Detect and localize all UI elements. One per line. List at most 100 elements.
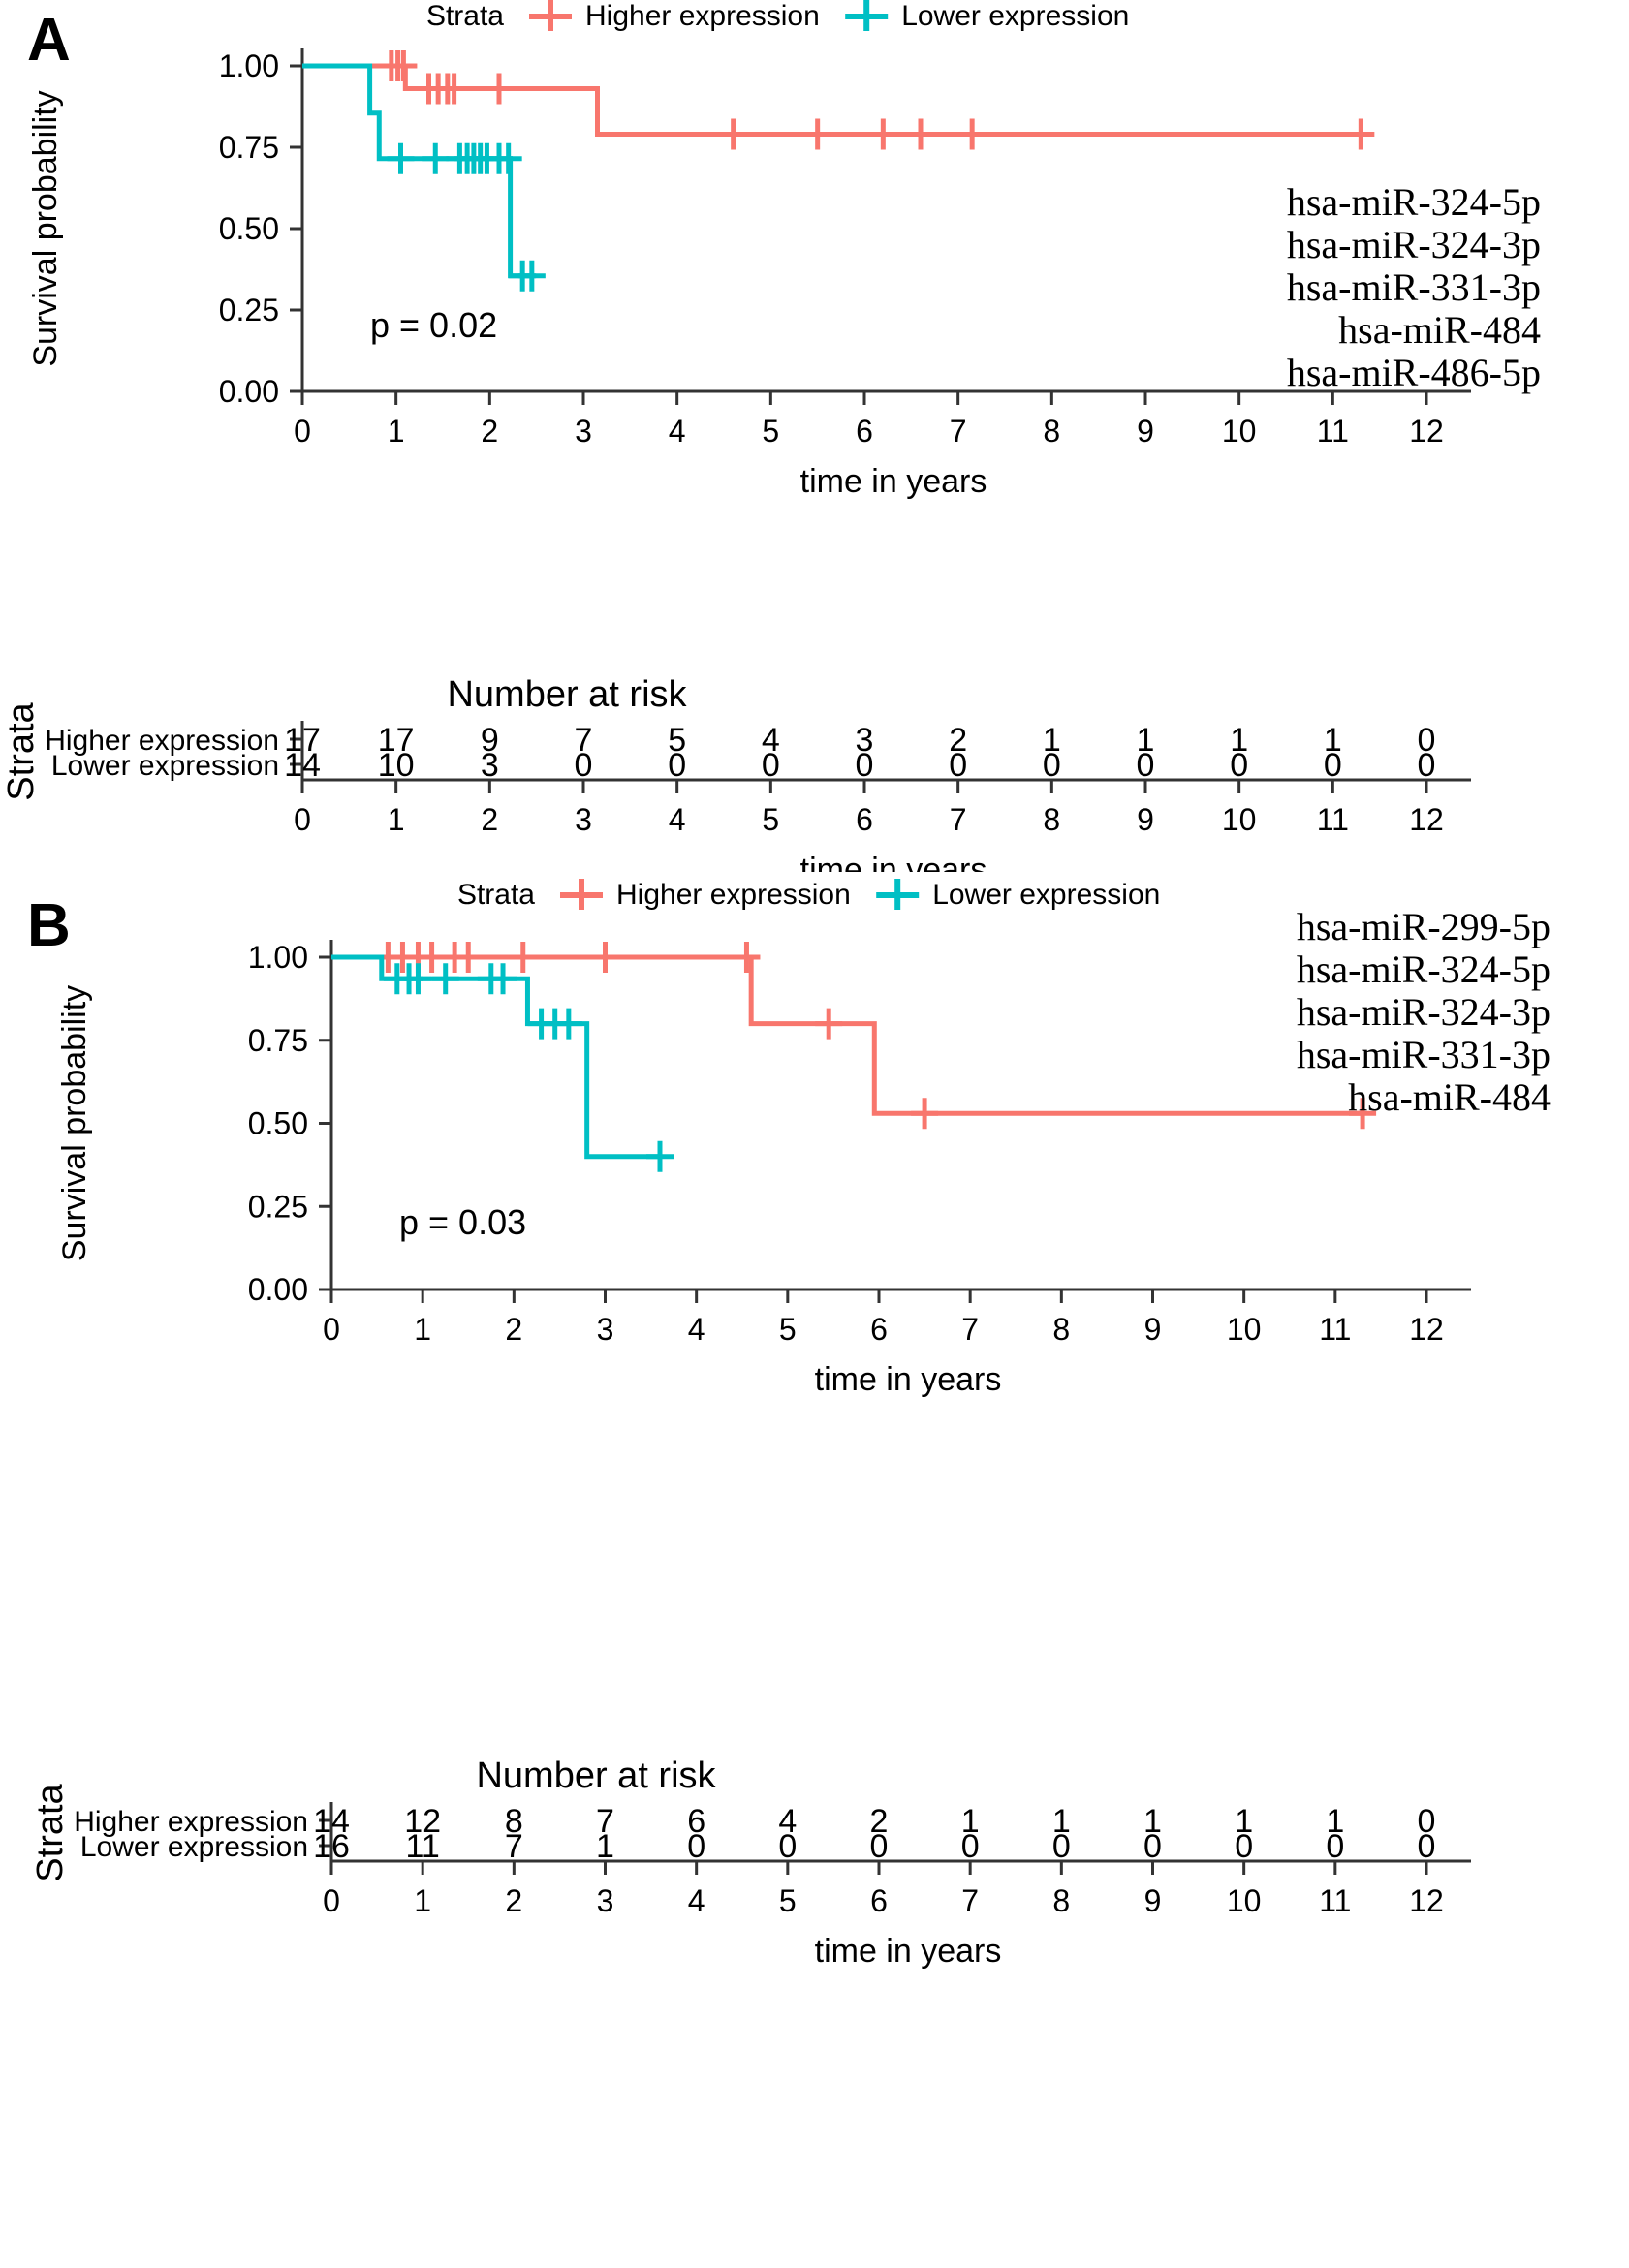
censor-mark xyxy=(387,142,415,174)
y-tick-label: 0.75 xyxy=(248,1023,308,1058)
x-axis-title: time in years xyxy=(815,1361,1002,1398)
risk-x-tick-label: 7 xyxy=(950,802,967,837)
risk-x-tick-label: 5 xyxy=(779,1883,797,1918)
censor-mark xyxy=(1347,118,1375,150)
risk-x-tick-label: 10 xyxy=(1227,1883,1262,1918)
x-tick-label: 9 xyxy=(1137,414,1154,449)
risk-cell: 0 xyxy=(1418,747,1436,784)
x-tick-label: 4 xyxy=(688,1312,705,1347)
risk-x-tick-label: 11 xyxy=(1319,1883,1351,1918)
risk-cell: 0 xyxy=(949,747,967,784)
mirna-label: hsa-miR-324-3p xyxy=(1287,223,1541,266)
risk-cell: 0 xyxy=(1043,747,1061,784)
risk-cell: 14 xyxy=(284,747,321,784)
risk-x-tick-label: 12 xyxy=(1409,802,1444,837)
x-tick-label: 4 xyxy=(669,414,686,449)
risk-cell: 0 xyxy=(1230,747,1248,784)
risk-row-label-lower: Lower expression xyxy=(80,1831,308,1863)
risk-cell: 0 xyxy=(668,747,686,784)
x-tick-label: 5 xyxy=(762,414,779,449)
x-tick-label: 8 xyxy=(1052,1312,1070,1347)
risk-x-tick-label: 8 xyxy=(1052,1883,1070,1918)
y-tick-label: 0.50 xyxy=(219,211,279,246)
censor-mark xyxy=(907,118,934,150)
mirna-label: hsa-miR-324-5p xyxy=(1287,180,1541,224)
censor-mark xyxy=(869,118,897,150)
risk-x-axis-title: time in years xyxy=(815,1933,1002,1970)
x-tick-label: 8 xyxy=(1043,414,1060,449)
risk-table-title: Number at risk xyxy=(447,674,687,715)
x-tick-label: 10 xyxy=(1227,1312,1262,1347)
risk-cell: 0 xyxy=(575,747,593,784)
x-tick-label: 2 xyxy=(481,414,498,449)
risk-cell: 3 xyxy=(481,747,499,784)
risk-cell: 0 xyxy=(687,1828,705,1865)
x-tick-label: 0 xyxy=(323,1312,340,1347)
censor-mark xyxy=(733,942,761,973)
survival-curve-higher xyxy=(302,63,1362,138)
x-tick-label: 5 xyxy=(779,1312,797,1347)
risk-cell: 0 xyxy=(1418,1828,1436,1865)
censor-mark xyxy=(646,1140,674,1172)
censor-mark xyxy=(422,142,450,174)
risk-row-label-lower: Lower expression xyxy=(51,750,279,782)
risk-cell: 0 xyxy=(856,747,874,784)
risk-x-tick-label: 3 xyxy=(597,1883,614,1918)
x-tick-label: 1 xyxy=(388,414,405,449)
risk-x-tick-label: 3 xyxy=(575,802,592,837)
legend-title: Strata xyxy=(457,879,535,911)
risk-cell: 7 xyxy=(505,1828,523,1865)
censor-mark xyxy=(803,118,831,150)
risk-cell: 10 xyxy=(378,747,415,784)
risk-cell: 0 xyxy=(1324,747,1342,784)
survival-curve-lower xyxy=(331,954,660,1160)
risk-x-tick-label: 0 xyxy=(323,1883,340,1918)
risk-x-tick-label: 2 xyxy=(505,1883,522,1918)
risk-x-tick-label: 8 xyxy=(1043,802,1060,837)
y-tick-label: 0.50 xyxy=(248,1106,308,1141)
p-value-label: p = 0.02 xyxy=(370,305,497,345)
risk-cell: 0 xyxy=(870,1828,889,1865)
risk-x-tick-label: 12 xyxy=(1409,1883,1444,1918)
mirna-label: hsa-miR-484 xyxy=(1338,308,1541,352)
risk-cell: 0 xyxy=(1326,1828,1344,1865)
mirna-label: hsa-miR-299-5p xyxy=(1297,905,1551,948)
risk-cell: 0 xyxy=(1052,1828,1071,1865)
risk-table-strata-axis-label: Strata xyxy=(1,701,42,800)
x-tick-label: 0 xyxy=(294,414,311,449)
y-tick-label: 0.00 xyxy=(219,374,279,409)
censor-mark xyxy=(509,942,537,973)
x-tick-label: 6 xyxy=(870,1312,888,1347)
x-tick-label: 6 xyxy=(856,414,873,449)
risk-x-tick-label: 11 xyxy=(1317,802,1349,837)
legend-marker-higher xyxy=(529,0,572,31)
panel-b: B Strata Higher expression Lower expressio… xyxy=(0,853,1629,2268)
y-tick-label: 0.25 xyxy=(219,293,279,327)
risk-x-tick-label: 4 xyxy=(669,802,686,837)
risk-x-tick-label: 1 xyxy=(388,802,405,837)
risk-cell: 0 xyxy=(1143,1828,1162,1865)
y-tick-label: 0.75 xyxy=(219,130,279,165)
risk-x-tick-label: 2 xyxy=(481,802,498,837)
risk-cell: 11 xyxy=(406,1828,440,1865)
x-tick-label: 7 xyxy=(961,1312,979,1347)
legend-label-higher: Higher expression xyxy=(585,0,820,32)
y-axis-title: Survival probability xyxy=(27,90,64,366)
x-tick-label: 12 xyxy=(1409,414,1444,449)
risk-x-tick-label: 1 xyxy=(414,1883,431,1918)
risk-table-strata-axis-label: Strata xyxy=(30,1783,71,1881)
x-tick-label: 2 xyxy=(505,1312,522,1347)
x-tick-label: 10 xyxy=(1222,414,1257,449)
y-axis-title: Survival probability xyxy=(56,985,93,1261)
y-tick-label: 0.00 xyxy=(248,1272,308,1307)
risk-cell: 0 xyxy=(961,1828,980,1865)
x-tick-label: 1 xyxy=(414,1312,431,1347)
x-tick-label: 11 xyxy=(1317,414,1349,449)
x-tick-label: 3 xyxy=(575,414,592,449)
censor-mark xyxy=(390,50,418,81)
risk-x-tick-label: 9 xyxy=(1144,1883,1162,1918)
y-tick-label: 1.00 xyxy=(219,48,279,83)
risk-cell: 16 xyxy=(313,1828,350,1865)
risk-x-tick-label: 10 xyxy=(1222,802,1257,837)
risk-cell: 0 xyxy=(1235,1828,1253,1865)
